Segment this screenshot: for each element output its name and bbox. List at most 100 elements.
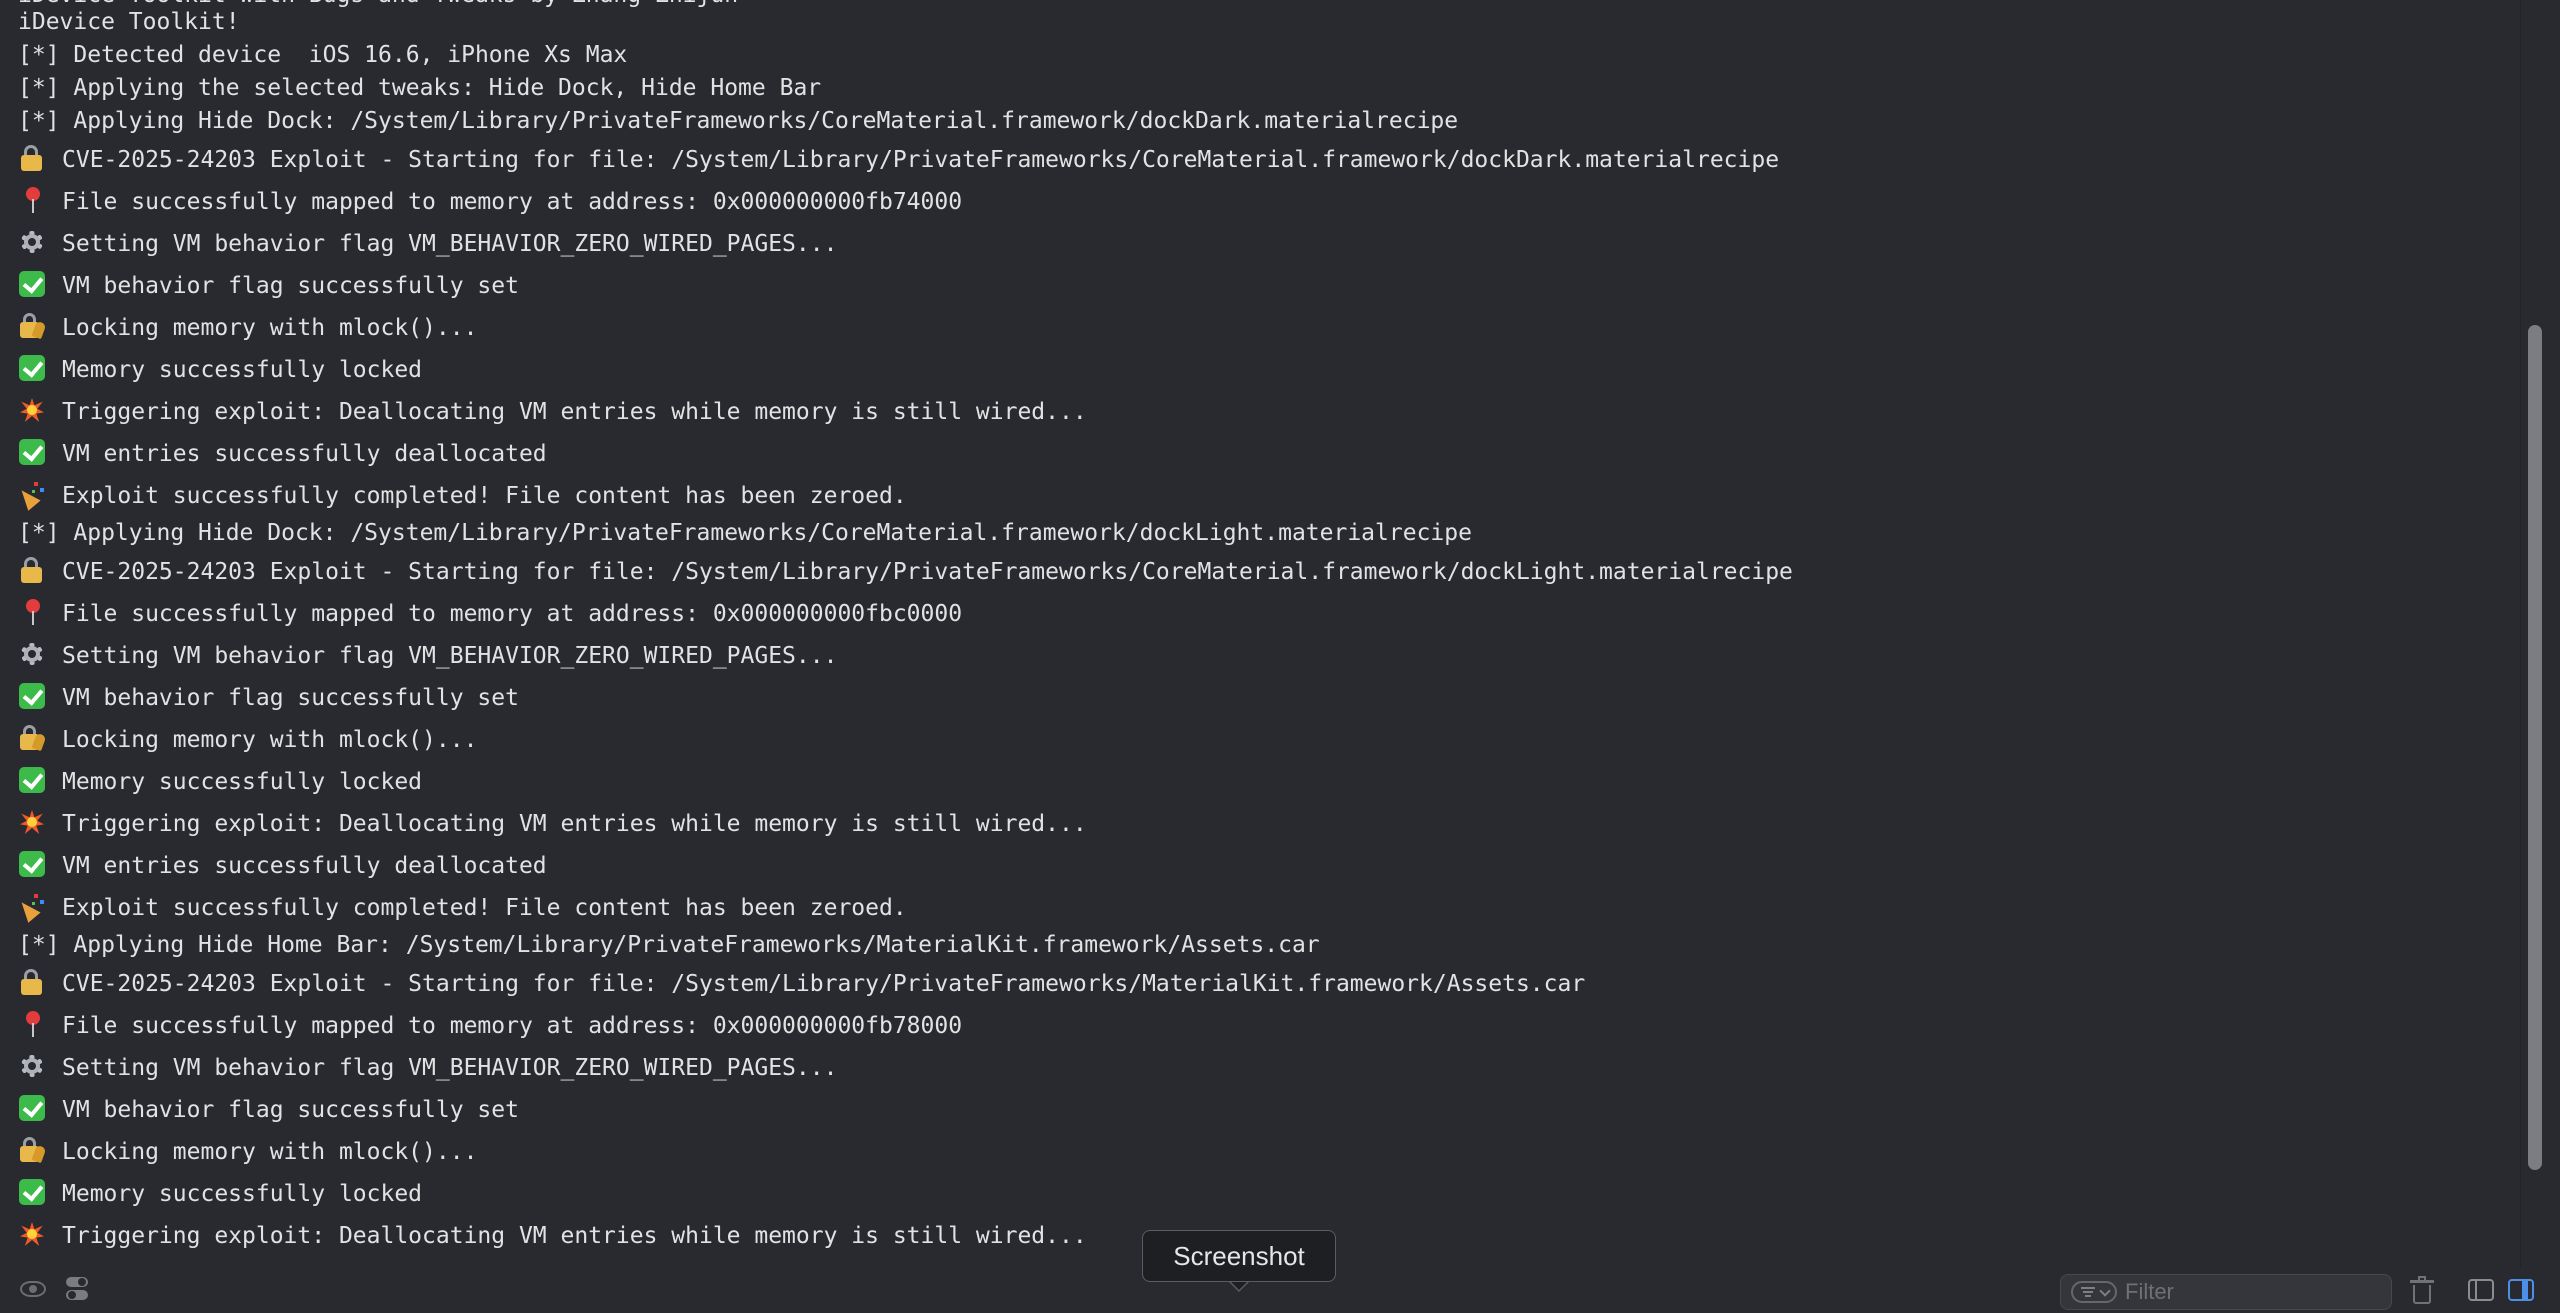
check-icon xyxy=(18,354,46,382)
log-line-text: [*] Applying Hide Dock: /System/Library/… xyxy=(18,520,1472,546)
log-line-text: [*] Applying the selected tweaks: Hide D… xyxy=(18,75,822,101)
log-line: Exploit successfully completed! File con… xyxy=(18,892,907,923)
log-line-text: CVE-2025-24203 Exploit - Starting for fi… xyxy=(62,971,1586,997)
log-line-text: Triggering exploit: Deallocating VM entr… xyxy=(62,1223,1087,1249)
log-line-text: Locking memory with mlock()... xyxy=(62,1139,478,1165)
log-line: CVE-2025-24203 Exploit - Starting for fi… xyxy=(18,968,1585,998)
pin-icon xyxy=(18,598,46,626)
log-line: Setting VM behavior flag VM_BEHAVIOR_ZER… xyxy=(18,1052,837,1082)
check-icon xyxy=(18,682,46,710)
log-line: [*] Applying Hide Dock: /System/Library/… xyxy=(18,106,1458,136)
log-line: CVE-2025-24203 Exploit - Starting for fi… xyxy=(18,144,1779,174)
log-line: [*] Detected device iOS 16.6, iPhone Xs … xyxy=(18,40,627,70)
filter-options-icon[interactable] xyxy=(2071,1281,2117,1303)
log-line-text: Setting VM behavior flag VM_BEHAVIOR_ZER… xyxy=(62,1055,838,1081)
log-line-text: Memory successfully locked xyxy=(62,357,423,383)
log-line-text: VM behavior flag successfully set xyxy=(62,685,519,711)
gear-icon xyxy=(18,640,46,668)
check-icon xyxy=(18,438,46,466)
log-line-text: [*] Detected device iOS 16.6, iPhone Xs … xyxy=(18,42,628,68)
trash-icon[interactable] xyxy=(2410,1276,2434,1304)
log-line: Locking memory with mlock()... xyxy=(18,1136,477,1166)
console-log[interactable]: iDevice Toolkit with Bugs and Tweaks by … xyxy=(18,0,2518,1260)
collision-icon xyxy=(18,1220,46,1248)
screenshot-tooltip: Screenshot xyxy=(1142,1230,1336,1282)
log-line: VM behavior flag successfully set xyxy=(18,1094,519,1124)
log-line: Triggering exploit: Deallocating VM entr… xyxy=(18,396,1087,426)
log-line-text: File successfully mapped to memory at ad… xyxy=(62,601,963,627)
log-line: iDevice Toolkit! xyxy=(18,7,240,37)
log-line: [*] Applying Hide Home Bar: /System/Libr… xyxy=(18,930,1320,960)
check-icon xyxy=(18,850,46,878)
log-line-text: CVE-2025-24203 Exploit - Starting for fi… xyxy=(62,147,1780,173)
collision-icon xyxy=(18,808,46,836)
log-line-text: Memory successfully locked xyxy=(62,1181,423,1207)
log-line: CVE-2025-24203 Exploit - Starting for fi… xyxy=(18,556,1793,586)
gear-icon xyxy=(18,228,46,256)
log-line-text: File successfully mapped to memory at ad… xyxy=(62,189,963,215)
sidebar-right-icon[interactable] xyxy=(2508,1279,2534,1301)
collision-icon xyxy=(18,396,46,424)
log-line-text: VM behavior flag successfully set xyxy=(62,273,519,299)
pin-icon xyxy=(18,186,46,214)
log-line-text: Setting VM behavior flag VM_BEHAVIOR_ZER… xyxy=(62,231,838,257)
log-line: File successfully mapped to memory at ad… xyxy=(18,1010,962,1040)
log-line: Locking memory with mlock()... xyxy=(18,312,477,342)
filter-field[interactable] xyxy=(2060,1274,2392,1310)
eye-icon[interactable] xyxy=(20,1281,46,1297)
lock-icon xyxy=(18,144,46,172)
lock-with-key-icon xyxy=(18,312,47,340)
log-line-text: [*] Applying Hide Dock: /System/Library/… xyxy=(18,108,1459,134)
gear-icon xyxy=(18,1052,46,1080)
log-line-text: Locking memory with mlock()... xyxy=(62,727,478,753)
check-icon xyxy=(18,1178,46,1206)
lock-with-key-icon xyxy=(18,724,47,752)
log-line: File successfully mapped to memory at ad… xyxy=(18,186,962,216)
toggles-icon[interactable] xyxy=(66,1277,88,1301)
log-line-text: [*] Applying Hide Home Bar: /System/Libr… xyxy=(18,932,1320,958)
log-line-text: Memory successfully locked xyxy=(62,769,423,795)
log-line-text: File successfully mapped to memory at ad… xyxy=(62,1013,963,1039)
sidebar-left-icon[interactable] xyxy=(2468,1279,2494,1301)
check-icon xyxy=(18,270,46,298)
log-line: Triggering exploit: Deallocating VM entr… xyxy=(18,808,1087,838)
check-icon xyxy=(18,1094,46,1122)
log-line: Triggering exploit: Deallocating VM entr… xyxy=(18,1220,1087,1250)
log-line: [*] Applying Hide Dock: /System/Library/… xyxy=(18,518,1472,548)
log-line-text: Exploit successfully completed! File con… xyxy=(62,895,907,921)
log-line-text: VM entries successfully deallocated xyxy=(62,441,547,467)
log-line-text: Locking memory with mlock()... xyxy=(62,315,478,341)
log-line-text: iDevice Toolkit! xyxy=(18,9,240,35)
pin-icon xyxy=(18,1010,46,1038)
lock-with-key-icon xyxy=(18,1136,47,1164)
log-line: Exploit successfully completed! File con… xyxy=(18,480,907,511)
divider xyxy=(2520,0,2521,1270)
log-line: VM behavior flag successfully set xyxy=(18,682,519,712)
party-popper-icon xyxy=(18,892,46,923)
log-line: Locking memory with mlock()... xyxy=(18,724,477,754)
log-line: VM entries successfully deallocated xyxy=(18,850,547,880)
log-line: Memory successfully locked xyxy=(18,1178,422,1208)
log-line: [*] Applying the selected tweaks: Hide D… xyxy=(18,73,821,103)
lock-icon xyxy=(18,968,46,996)
debug-console: iDevice Toolkit with Bugs and Tweaks by … xyxy=(0,0,2560,1313)
log-line-text: Setting VM behavior flag VM_BEHAVIOR_ZER… xyxy=(62,643,838,669)
filter-input[interactable] xyxy=(2125,1275,2385,1309)
log-line-text: Exploit successfully completed! File con… xyxy=(62,483,907,509)
log-line: VM entries successfully deallocated xyxy=(18,438,547,468)
log-line-text: CVE-2025-24203 Exploit - Starting for fi… xyxy=(62,559,1793,585)
log-line-text: VM entries successfully deallocated xyxy=(62,853,547,879)
vertical-scrollbar[interactable] xyxy=(2528,325,2542,1170)
log-line-text: Triggering exploit: Deallocating VM entr… xyxy=(62,399,1087,425)
check-icon xyxy=(18,766,46,794)
log-line: Memory successfully locked xyxy=(18,766,422,796)
log-line: Setting VM behavior flag VM_BEHAVIOR_ZER… xyxy=(18,228,837,258)
log-line: VM behavior flag successfully set xyxy=(18,270,519,300)
log-line: File successfully mapped to memory at ad… xyxy=(18,598,962,628)
lock-icon xyxy=(18,556,46,584)
log-line-text: VM behavior flag successfully set xyxy=(62,1097,519,1123)
log-line: Setting VM behavior flag VM_BEHAVIOR_ZER… xyxy=(18,640,837,670)
log-line: Memory successfully locked xyxy=(18,354,422,384)
log-line-text: Triggering exploit: Deallocating VM entr… xyxy=(62,811,1087,837)
party-popper-icon xyxy=(18,480,46,511)
